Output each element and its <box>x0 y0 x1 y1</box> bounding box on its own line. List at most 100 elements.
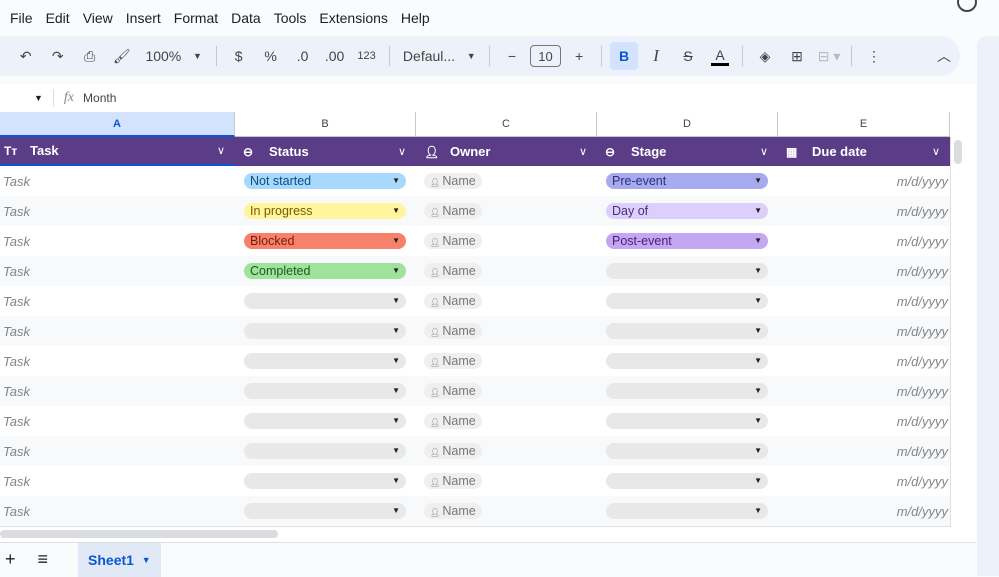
status-chip[interactable]: Not started ▼ <box>244 173 406 189</box>
all-sheets-button[interactable]: ≡ <box>38 549 49 570</box>
due-date-cell[interactable]: m/d/yyyy <box>897 474 948 489</box>
decrease-decimal-button[interactable]: .0 <box>289 42 317 70</box>
column-header-a[interactable]: A <box>0 112 235 137</box>
stage-chip[interactable]: ▼ <box>606 263 768 279</box>
stage-chip[interactable]: ▼ <box>606 323 768 339</box>
chevron-down-icon[interactable]: ∨ <box>398 145 406 158</box>
stage-chip[interactable]: ▼ <box>606 413 768 429</box>
font-select[interactable]: Defaul... ▼ <box>398 42 481 70</box>
due-date-cell[interactable]: m/d/yyyy <box>897 324 948 339</box>
menu-tools[interactable]: Tools <box>274 10 307 26</box>
stage-chip[interactable]: Post-event ▼ <box>606 233 768 249</box>
task-cell[interactable]: Task <box>3 294 30 309</box>
stage-chip[interactable]: ▼ <box>606 473 768 489</box>
fill-color-icon[interactable]: ◈ <box>751 42 779 70</box>
status-chip[interactable]: ▼ <box>244 353 406 369</box>
increase-font-size-button[interactable]: + <box>565 42 593 70</box>
stage-chip[interactable]: Day of ▼ <box>606 203 768 219</box>
chevron-down-icon[interactable]: ∨ <box>760 145 768 158</box>
spreadsheet-grid[interactable]: A B C D E Tт Task ∨ ⊖ Status ∨ 👤︎ Owner ∨ ⊖ Sta… <box>0 112 976 542</box>
stage-chip[interactable]: ▼ <box>606 353 768 369</box>
task-cell[interactable]: Task <box>3 414 30 429</box>
text-color-button[interactable]: A <box>706 42 734 70</box>
menu-insert[interactable]: Insert <box>126 10 161 26</box>
due-date-cell[interactable]: m/d/yyyy <box>897 414 948 429</box>
redo-icon[interactable]: ↷ <box>44 42 72 70</box>
menu-view[interactable]: View <box>83 10 113 26</box>
status-chip[interactable]: ▼ <box>244 383 406 399</box>
menu-file[interactable]: File <box>10 10 33 26</box>
owner-chip[interactable]: 👤︎ Name <box>424 383 482 399</box>
status-chip[interactable]: ▼ <box>244 503 406 519</box>
owner-chip[interactable]: 👤︎ Name <box>424 323 482 339</box>
task-cell[interactable]: Task <box>3 204 30 219</box>
task-cell[interactable]: Task <box>3 234 30 249</box>
column-header-c[interactable]: C <box>416 112 597 137</box>
header-stage[interactable]: ⊖ Stage ∨ <box>597 137 778 166</box>
vertical-scrollbar[interactable] <box>950 137 964 527</box>
sheet-tab[interactable]: Sheet1 ▼ <box>78 542 161 577</box>
due-date-cell[interactable]: m/d/yyyy <box>897 444 948 459</box>
increase-decimal-button[interactable]: .00 <box>321 42 349 70</box>
menu-edit[interactable]: Edit <box>46 10 70 26</box>
stage-chip[interactable]: ▼ <box>606 293 768 309</box>
chevron-down-icon[interactable]: ∨ <box>217 144 225 157</box>
owner-chip[interactable]: 👤︎ Name <box>424 233 482 249</box>
due-date-cell[interactable]: m/d/yyyy <box>897 354 948 369</box>
status-chip[interactable]: Blocked ▼ <box>244 233 406 249</box>
owner-chip[interactable]: 👤︎ Name <box>424 413 482 429</box>
font-size-input[interactable]: 10 <box>529 45 562 67</box>
header-status[interactable]: ⊖ Status ∨ <box>235 137 416 166</box>
owner-chip[interactable]: 👤︎ Name <box>424 353 482 369</box>
currency-button[interactable]: $ <box>225 42 253 70</box>
task-cell[interactable]: Task <box>3 474 30 489</box>
due-date-cell[interactable]: m/d/yyyy <box>897 234 948 249</box>
decrease-font-size-button[interactable]: − <box>498 42 526 70</box>
chevron-down-icon[interactable]: ∨ <box>579 145 587 158</box>
more-formats-button[interactable]: 123 <box>353 42 381 70</box>
scrollbar-thumb[interactable] <box>954 140 962 164</box>
due-date-cell[interactable]: m/d/yyyy <box>897 384 948 399</box>
due-date-cell[interactable]: m/d/yyyy <box>897 264 948 279</box>
due-date-cell[interactable]: m/d/yyyy <box>897 504 948 519</box>
stage-chip[interactable]: ▼ <box>606 383 768 399</box>
status-chip[interactable]: ▼ <box>244 413 406 429</box>
column-header-d[interactable]: D <box>597 112 778 137</box>
stage-chip[interactable]: ▼ <box>606 503 768 519</box>
menu-data[interactable]: Data <box>231 10 261 26</box>
status-chip[interactable]: ▼ <box>244 293 406 309</box>
owner-chip[interactable]: 👤︎ Name <box>424 263 482 279</box>
undo-icon[interactable]: ↶ <box>12 42 40 70</box>
owner-chip[interactable]: 👤︎ Name <box>424 173 482 189</box>
menu-format[interactable]: Format <box>174 10 218 26</box>
owner-chip[interactable]: 👤︎ Name <box>424 203 482 219</box>
task-cell[interactable]: Task <box>3 264 30 279</box>
owner-chip[interactable]: 👤︎ Name <box>424 443 482 459</box>
horizontal-scrollbar[interactable] <box>0 526 950 541</box>
status-chip[interactable]: ▼ <box>244 473 406 489</box>
add-sheet-button[interactable]: + <box>5 549 16 570</box>
stage-chip[interactable]: Pre-event ▼ <box>606 173 768 189</box>
percent-button[interactable]: % <box>257 42 285 70</box>
chevron-down-icon[interactable]: ∨ <box>932 145 940 158</box>
name-box-dropdown-icon[interactable]: ▼ <box>34 93 43 103</box>
borders-icon[interactable]: ⊞ <box>783 42 811 70</box>
owner-chip[interactable]: 👤︎ Name <box>424 503 482 519</box>
due-date-cell[interactable]: m/d/yyyy <box>897 204 948 219</box>
stage-chip[interactable]: ▼ <box>606 443 768 459</box>
formula-input[interactable]: Month <box>83 91 116 105</box>
owner-chip[interactable]: 👤︎ Name <box>424 473 482 489</box>
strikethrough-icon[interactable]: S <box>674 42 702 70</box>
zoom-select[interactable]: 100% ▼ <box>140 42 208 70</box>
menu-extensions[interactable]: Extensions <box>319 10 387 26</box>
task-cell[interactable]: Task <box>3 384 30 399</box>
chevron-down-icon[interactable]: ▼ <box>142 555 151 565</box>
collapse-toolbar-icon[interactable]: ︿ <box>930 42 958 70</box>
paint-format-icon[interactable]: 🖌 <box>108 42 136 70</box>
version-history-icon[interactable] <box>957 0 977 12</box>
header-task[interactable]: Tт Task ∨ <box>0 137 235 166</box>
task-cell[interactable]: Task <box>3 174 30 189</box>
task-cell[interactable]: Task <box>3 354 30 369</box>
merge-cells-icon[interactable]: ⊟ ▾ <box>815 42 843 70</box>
due-date-cell[interactable]: m/d/yyyy <box>897 174 948 189</box>
